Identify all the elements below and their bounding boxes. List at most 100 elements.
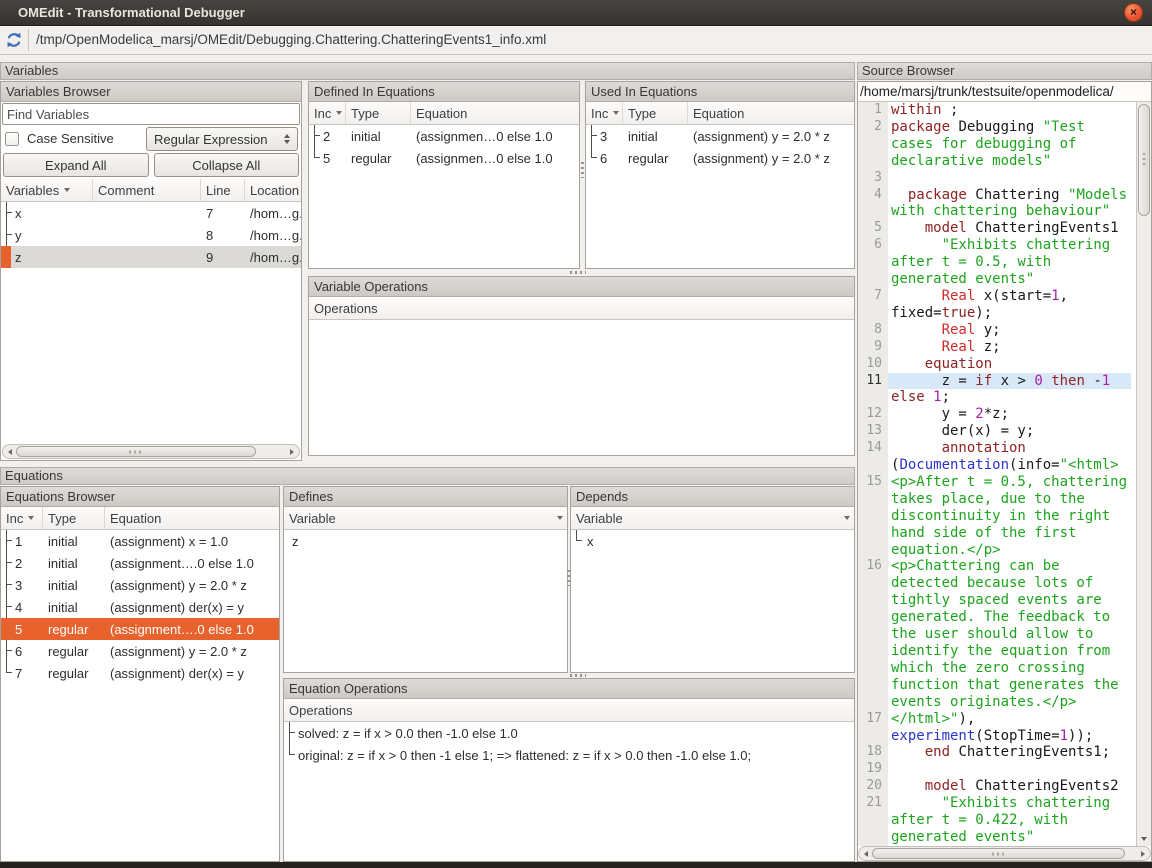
column-header-inc[interactable]: Inc xyxy=(309,102,346,124)
line-number: 18 xyxy=(858,744,888,761)
column-header-equation[interactable]: Equation xyxy=(411,102,579,124)
file-path: /tmp/OpenModelica_marsj/OMEdit/Debugging… xyxy=(36,26,546,54)
column-header-inc[interactable]: Inc xyxy=(1,507,43,529)
scroll-left-icon[interactable] xyxy=(860,847,872,860)
column-header-location[interactable]: Location xyxy=(245,179,301,201)
column-header-equation[interactable]: Equation xyxy=(105,507,279,529)
line-number: 17 xyxy=(858,711,888,745)
find-variables-input[interactable] xyxy=(2,103,300,125)
column-header-type[interactable]: Type xyxy=(346,102,411,124)
used-in-equations-title: Used In Equations xyxy=(586,82,854,102)
h-scrollbar[interactable] xyxy=(2,444,300,459)
h-scrollbar[interactable] xyxy=(858,846,1151,861)
variables-table-header: VariablesCommentLineLocation xyxy=(1,179,301,202)
splitter-handle[interactable] xyxy=(570,674,586,677)
code-line: else 1; xyxy=(858,389,1136,406)
table-row[interactable]: 2initial(assignment….0 else 1.0 xyxy=(1,552,279,574)
column-header-variable[interactable]: Variable xyxy=(284,507,567,529)
table-row[interactable]: 3initial(assignment) y = 2.0 * z xyxy=(1,574,279,596)
table-row[interactable]: 2initial(assignmen…0 else 1.0 xyxy=(309,125,579,147)
code-line: 4 package Chattering "Models with chatte… xyxy=(858,187,1136,221)
code-line: 12 y = 2*z; xyxy=(858,406,1136,423)
column-header-comment[interactable]: Comment xyxy=(93,179,201,201)
equation-operations-title: Equation Operations xyxy=(284,679,854,699)
variables-group-header: Variables xyxy=(0,62,855,80)
column-header-operations[interactable]: Operations xyxy=(284,699,854,721)
sort-desc-icon xyxy=(557,516,563,520)
code-line: 9 Real z; xyxy=(858,339,1136,356)
code-line: 10 equation xyxy=(858,356,1136,373)
reload-icon[interactable] xyxy=(5,31,23,49)
scroll-right-icon[interactable] xyxy=(286,445,298,458)
splitter-handle[interactable] xyxy=(570,271,586,274)
splitter-handle[interactable] xyxy=(567,570,570,586)
splitter-handle[interactable] xyxy=(581,162,584,178)
sort-desc-icon xyxy=(613,111,619,115)
code-editor[interactable]: 1within ;2package Debugging "Test cases … xyxy=(858,102,1151,846)
variable-operations-panel: Variable Operations Operations xyxy=(308,276,855,456)
code-line: 17</html>"), experiment(StopTime=1)); xyxy=(858,711,1136,745)
scrollbar-thumb[interactable] xyxy=(872,848,1125,859)
line-number: 4 xyxy=(858,187,888,221)
collapse-all-button[interactable]: Collapse All xyxy=(154,153,300,177)
defined-in-table-rows: 2initial(assignmen…0 else 1.05regular(as… xyxy=(309,125,579,268)
column-header-operations[interactable]: Operations xyxy=(309,297,854,319)
line-number: 1 xyxy=(858,102,888,119)
code-line: 15<p>After t = 0.5, chattering takes pla… xyxy=(858,474,1136,559)
line-number: 11 xyxy=(858,373,888,390)
column-header-equation[interactable]: Equation xyxy=(688,102,854,124)
table-row[interactable]: 3initial(assignment) y = 2.0 * z xyxy=(586,125,854,147)
table-row[interactable]: 6regular(assignment) y = 2.0 * z xyxy=(1,640,279,662)
table-row[interactable]: 5regular(assignment….0 else 1.0 xyxy=(1,618,279,640)
defines-header: Variable xyxy=(284,507,567,530)
close-button[interactable]: × xyxy=(1124,3,1143,22)
variables-browser-panel: Variables Browser Case Sensitive Regular… xyxy=(0,81,302,461)
table-row[interactable]: y8/hom…g. xyxy=(1,224,301,246)
line-number: 6 xyxy=(858,237,888,288)
variable-operations-rows xyxy=(309,320,854,455)
code-line: 8 Real y; xyxy=(858,322,1136,339)
expand-all-button[interactable]: Expand All xyxy=(3,153,149,177)
equations-browser-title: Equations Browser xyxy=(1,487,279,507)
code-line: 19 xyxy=(858,761,1136,778)
table-row[interactable]: z xyxy=(284,530,567,552)
column-header-type[interactable]: Type xyxy=(43,507,105,529)
line-number: 3 xyxy=(858,170,888,187)
table-row[interactable]: x xyxy=(571,530,854,552)
column-header-inc[interactable]: Inc xyxy=(586,102,623,124)
case-sensitive-checkbox[interactable] xyxy=(5,132,19,146)
scroll-right-icon[interactable] xyxy=(1137,847,1149,860)
window-titlebar[interactable]: OMEdit - Transformational Debugger × xyxy=(0,0,1152,26)
table-row[interactable]: z9/hom…g. xyxy=(1,246,301,268)
table-row[interactable]: 5regular(assignmen…0 else 1.0 xyxy=(309,147,579,169)
operation-row[interactable]: original: z = if x > 0 then -1 else 1; =… xyxy=(284,744,854,766)
regex-dropdown[interactable]: Regular Expression xyxy=(146,127,298,151)
scroll-down-icon[interactable] xyxy=(1137,832,1151,845)
table-row[interactable]: 7regular(assignment) der(x) = y xyxy=(1,662,279,684)
code-line: 1within ; xyxy=(858,102,1136,119)
column-header-variables[interactable]: Variables xyxy=(1,179,93,201)
code-line: 5 model ChatteringEvents1 xyxy=(858,220,1136,237)
v-scrollbar[interactable] xyxy=(1136,102,1151,846)
code-line: 3 xyxy=(858,170,1136,187)
line-number: 16 xyxy=(858,558,888,710)
table-row[interactable]: 6regular(assignment) y = 2.0 * z xyxy=(586,147,854,169)
sort-desc-icon xyxy=(844,516,850,520)
equation-operations-rows: solved: z = if x > 0.0 then -1.0 else 1.… xyxy=(284,722,854,861)
scrollbar-thumb[interactable] xyxy=(16,446,256,457)
table-row[interactable]: 1initial(assignment) x = 1.0 xyxy=(1,530,279,552)
table-row[interactable]: 4initial(assignment) der(x) = y xyxy=(1,596,279,618)
toolbar: /tmp/OpenModelica_marsj/OMEdit/Debugging… xyxy=(0,26,1152,55)
column-header-type[interactable]: Type xyxy=(623,102,688,124)
column-header-line[interactable]: Line xyxy=(201,179,245,201)
scrollbar-thumb[interactable] xyxy=(1138,104,1150,216)
window-title: OMEdit - Transformational Debugger xyxy=(18,5,245,20)
line-number: 14 xyxy=(858,440,888,474)
scroll-left-icon[interactable] xyxy=(4,445,16,458)
operation-row[interactable]: solved: z = if x > 0.0 then -1.0 else 1.… xyxy=(284,722,854,744)
column-header-variable[interactable]: Variable xyxy=(571,507,854,529)
code-lines[interactable]: 1within ;2package Debugging "Test cases … xyxy=(858,102,1136,846)
table-row[interactable]: x7/hom…g. xyxy=(1,202,301,224)
used-in-table-rows: 3initial(assignment) y = 2.0 * z6regular… xyxy=(586,125,854,268)
line-number: 9 xyxy=(858,339,888,356)
